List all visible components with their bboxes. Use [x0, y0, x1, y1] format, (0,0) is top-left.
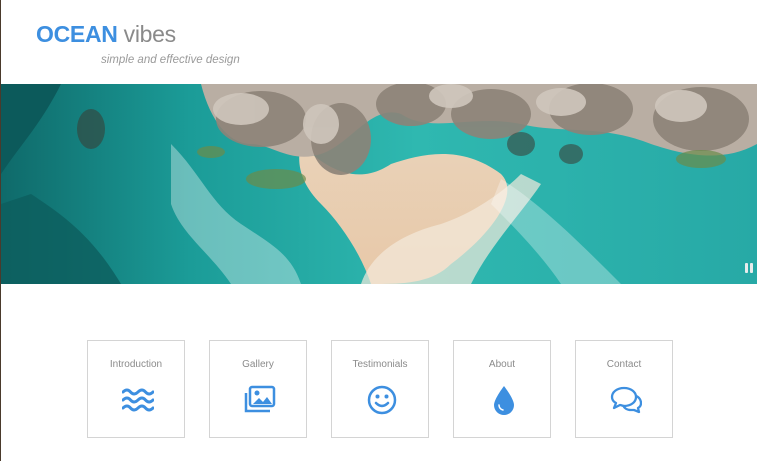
nav-card-testimonials[interactable]: Testimonials — [331, 340, 429, 438]
site-tagline: simple and effective design — [101, 54, 240, 66]
slideshow-pause-button[interactable] — [744, 263, 754, 273]
nav-card-label: About — [488, 359, 516, 370]
chat-bubbles-icon — [610, 386, 642, 414]
nav-card-contact[interactable]: Contact — [575, 340, 673, 438]
site-header: OCEAN vibes simple and effective design — [0, 0, 757, 84]
pause-icon — [745, 263, 748, 273]
nav-card-about[interactable]: About — [453, 340, 551, 438]
images-icon — [244, 385, 276, 413]
nav-card-label: Gallery — [242, 359, 274, 370]
hero-image — [1, 84, 757, 284]
nav-card-gallery[interactable]: Gallery — [209, 340, 307, 438]
nav-card-introduction[interactable]: Introduction — [87, 340, 185, 438]
site-logo[interactable]: OCEAN vibes — [36, 21, 176, 48]
smile-icon — [367, 385, 397, 415]
logo-primary: OCEAN — [36, 21, 118, 47]
hero-banner — [1, 84, 757, 284]
waves-icon — [122, 388, 154, 412]
logo-secondary: vibes — [123, 21, 177, 47]
nav-card-label: Testimonials — [352, 359, 408, 370]
nav-card-label: Introduction — [109, 359, 163, 370]
nav-card-label: Contact — [606, 359, 642, 370]
pause-icon-bar — [750, 263, 753, 273]
water-drop-icon — [494, 386, 514, 415]
